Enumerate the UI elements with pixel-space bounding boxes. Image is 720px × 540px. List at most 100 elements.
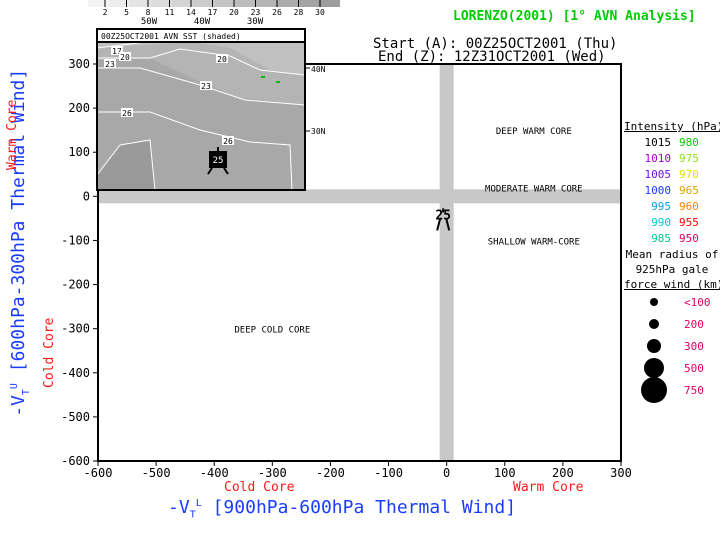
x-tick-label: 0 — [443, 466, 450, 480]
y-tick-label: -100 — [61, 233, 90, 247]
y-tick-label: -300 — [61, 322, 90, 336]
colorbar-swatch — [235, 0, 256, 7]
sst-inset: 2 5 8 11 14 17 20 23 26 28 3050W 40W 30W40N30N1720 20… — [88, 0, 340, 191]
x-tick-label: 200 — [552, 466, 574, 480]
intensity-right: 980 — [679, 136, 699, 149]
radius-label: <100 — [684, 295, 711, 309]
y-title-sup: U — [9, 383, 21, 390]
intensity-row: 995 960 — [624, 200, 720, 213]
intensity-left: 990 — [651, 216, 671, 229]
y-tick-label: 100 — [68, 145, 90, 159]
colorbar-label: 8 — [146, 8, 151, 17]
y-title-sub: T — [20, 389, 32, 396]
radius-row: <100 — [624, 291, 720, 313]
y-tick-label: -400 — [61, 366, 90, 380]
region-label: DEEP COLD CORE — [234, 326, 310, 336]
contour-label: 23 — [105, 60, 115, 69]
region-label: MODERATE WARM CORE — [485, 185, 583, 195]
colorbar-label: 28 — [294, 8, 304, 17]
x-title-main: -V — [168, 497, 190, 518]
y-tick-label: 0 — [83, 189, 90, 203]
intensity-row: 1015 980 — [624, 136, 720, 149]
inset-title: 00Z25OCT2001 AVN SST (shaded) — [101, 32, 241, 41]
colorbar-label: 11 — [165, 8, 175, 17]
region-label: SHALLOW WARM-CORE — [488, 237, 580, 247]
intensity-right: 955 — [679, 216, 699, 229]
sst-colorbar: 2 5 8 11 14 17 20 23 26 28 30 — [88, 0, 340, 17]
intensity-right: 970 — [679, 168, 699, 181]
intensity-title: Intensity (hPa): — [624, 120, 720, 133]
y-tick-label: -500 — [61, 410, 90, 424]
phase-diagram: LORENZO(2001) [1° AVN Analysis] Start (A… — [0, 0, 720, 540]
intensity-row: 1000 965 — [624, 184, 720, 197]
x-title-sup: L — [195, 498, 202, 509]
radius-row: 300 — [624, 335, 720, 357]
x-tick-label: 100 — [494, 466, 516, 480]
y-tick-label: -200 — [61, 278, 90, 292]
y-warm-core-label: Warm Core — [5, 99, 20, 170]
intensity-right: 965 — [679, 184, 699, 197]
colorbar-swatch — [319, 0, 340, 7]
contour-label: 26 — [223, 137, 233, 146]
intensity-left: 1000 — [644, 184, 672, 197]
island — [261, 76, 265, 78]
lon-label: 30W — [247, 17, 264, 27]
island — [276, 81, 280, 83]
colorbar-label: 2 — [103, 8, 108, 17]
contour-label: 20 — [120, 53, 130, 62]
intensity-row: 985 950 — [624, 232, 720, 245]
radius-title-1: Mean radius of — [625, 248, 719, 261]
colorbar-label: 30 — [315, 8, 325, 17]
intensity-right: 975 — [679, 152, 699, 165]
colorbar-swatch — [277, 0, 298, 7]
x-tick-label: -200 — [316, 466, 345, 480]
storm-label: 25 — [213, 156, 224, 166]
intensity-left: 985 — [651, 232, 671, 245]
x-axis-title: -VTL [900hPa-600hPa Thermal Wind] — [168, 497, 516, 521]
y-title-main: -V — [8, 395, 30, 417]
y-tick-label: 200 — [68, 101, 90, 115]
colorbar-label: 26 — [272, 8, 282, 17]
intensity-left: 1015 — [644, 136, 672, 149]
contour-label: 26 — [122, 109, 132, 118]
y-cold-core-label: Cold Core — [42, 317, 57, 388]
colorbar-swatch — [151, 0, 172, 7]
radius-label: 500 — [684, 361, 704, 375]
y-tick-label: -600 — [61, 454, 90, 468]
y-tick-label: 300 — [68, 57, 90, 71]
x-title-rest: [900hPa-600hPa Thermal Wind] — [212, 497, 517, 518]
contour-label: 23 — [201, 82, 211, 91]
radius-title-2: 925hPa gale — [635, 263, 709, 276]
region-label: DEEP WARM CORE — [496, 127, 572, 137]
radius-label: 200 — [684, 317, 704, 331]
radius-row: 500 — [624, 357, 720, 379]
intensity-row: 1010 975 — [624, 152, 720, 165]
lon-label: 40W — [194, 17, 211, 27]
contour-label: 20 — [217, 55, 227, 64]
colorbar-swatch — [298, 0, 319, 7]
radius-dot — [644, 358, 664, 378]
radius-dot — [650, 298, 658, 306]
colorbar-label: 14 — [186, 8, 196, 17]
lat-label: 30N — [311, 127, 326, 136]
colorbar-swatch — [214, 0, 235, 7]
intensity-row: 1005 970 — [624, 168, 720, 181]
radius-label: 750 — [684, 383, 704, 397]
point-label: 25 — [435, 208, 451, 223]
radius-dot — [649, 319, 659, 329]
x-warm-core-label: Warm Core — [513, 480, 584, 495]
x-tick-label: -600 — [84, 466, 113, 480]
colorbar-swatch — [193, 0, 214, 7]
zero-vertical-bar — [439, 64, 454, 461]
x-title-sub: T — [189, 509, 196, 521]
intensity-left: 995 — [651, 200, 671, 213]
intensity-row: 990 955 — [624, 216, 720, 229]
x-tick-label: -400 — [200, 466, 229, 480]
colorbar-swatch — [256, 0, 277, 7]
intensity-right: 950 — [679, 232, 699, 245]
x-cold-core-label: Cold Core — [224, 480, 295, 495]
x-tick-label: -500 — [142, 466, 171, 480]
colorbar-swatch — [88, 0, 109, 7]
legend: Intensity (hPa): 1015 980 1010 975 1005 970 10… — [624, 120, 720, 403]
x-tick-label: -300 — [258, 466, 287, 480]
